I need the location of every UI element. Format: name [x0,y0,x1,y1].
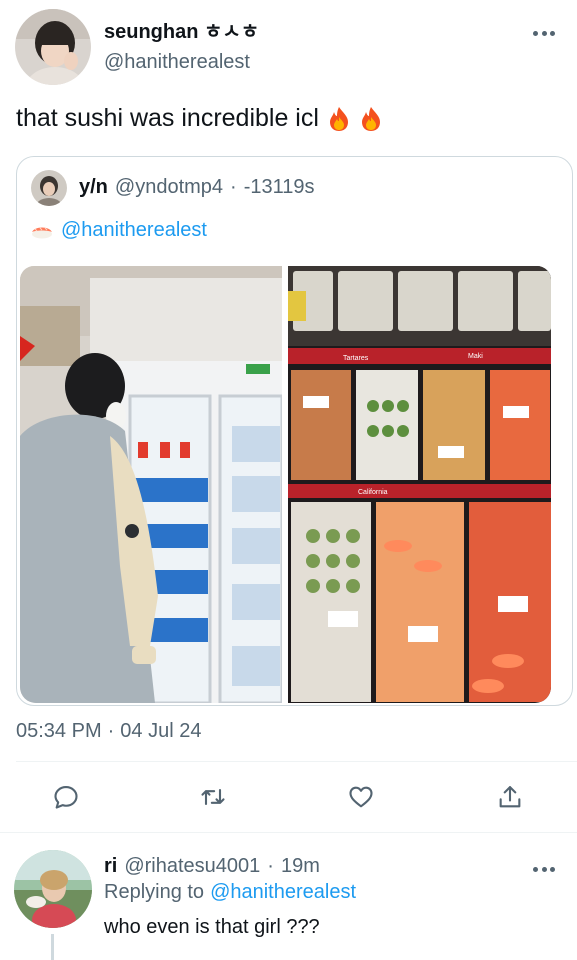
reply-author-avatar-image [14,850,92,928]
reply-time: 19m [280,855,320,877]
like-button[interactable] [346,782,376,812]
more-options-icon[interactable] [533,22,555,44]
label-tartares: Tartares [343,355,369,362]
share-icon [499,786,521,808]
tweet-timestamp[interactable]: 05:34 PM · 04 Jul 24 [16,720,201,743]
quoted-tweet-time: -13119s [243,176,315,198]
author-avatar[interactable] [15,9,91,85]
quoted-author-name[interactable]: y/n [79,176,108,199]
photo-sushi-display-image: Tartares Maki California [288,266,551,703]
reply-button[interactable] [51,782,81,812]
photo-convenience-store-image [20,266,282,703]
reply-text: who even is that girl ??? [104,916,320,938]
reply-author-avatar[interactable] [14,850,92,928]
tweet-text-content: that sushi was incredible icl [16,104,319,132]
author-avatar-image [15,9,91,85]
quoted-author-avatar[interactable] [31,170,67,206]
replying-to-mention[interactable]: @hanitherealest [210,881,356,904]
thread-line [51,934,54,960]
reply-header: ri @rihatesu4001 · 19m [104,855,320,878]
heart-icon [349,786,373,808]
photo-sushi-display[interactable]: Tartares Maki California [288,266,551,703]
quoted-tweet-text: @hanitherealest [31,219,207,242]
quoted-mention-link[interactable]: @hanitherealest [61,219,207,242]
divider [16,761,577,762]
replying-to-label: Replying to [104,881,205,903]
timestamp-date: 04 Jul 24 [120,720,202,742]
timestamp-time: 05:34 PM [16,720,102,742]
quoted-author-avatar-image [31,170,67,206]
reply-tweet[interactable]: ri @rihatesu4001 · 19m Replying to @hani… [0,836,577,960]
tweet-text: that sushi was incredible icl [16,104,383,133]
separator-dot: · [267,855,274,877]
tweet-actions-bar [0,770,577,826]
replying-to-line: Replying to @hanitherealest [104,881,356,904]
sushi-emoji-icon [32,227,52,238]
share-button[interactable] [495,782,525,812]
photo-convenience-store[interactable] [20,266,282,703]
fire-emoji-icon [361,106,380,131]
reply-author-handle[interactable]: @rihatesu4001 [124,855,260,878]
reply-more-options-icon[interactable] [533,858,555,880]
timestamp-separator: · [107,720,115,742]
retweet-icon [201,788,225,806]
separator-dot: · [230,176,237,198]
label-maki: Maki [468,353,483,360]
quoted-tweet-header: y/n @yndotmp4 · -13119s [79,176,315,199]
author-display-name[interactable]: seunghan ㅎㅅㅎ [104,15,259,44]
main-tweet: seunghan ㅎㅅㅎ @hanitherealest that sushi … [0,0,577,832]
divider [0,832,577,833]
label-california: California [358,489,388,496]
quoted-author-handle[interactable]: @yndotmp4 [115,176,223,199]
reply-icon [54,786,78,809]
retweet-button[interactable] [198,782,228,812]
fire-emoji-icon [329,106,348,131]
quoted-tweet-card[interactable]: y/n @yndotmp4 · -13119s @hanitherealest [16,156,573,706]
author-handle[interactable]: @hanitherealest [104,51,250,74]
photo-grid: Tartares Maki California [20,266,551,703]
reply-author-name[interactable]: ri [104,855,117,878]
